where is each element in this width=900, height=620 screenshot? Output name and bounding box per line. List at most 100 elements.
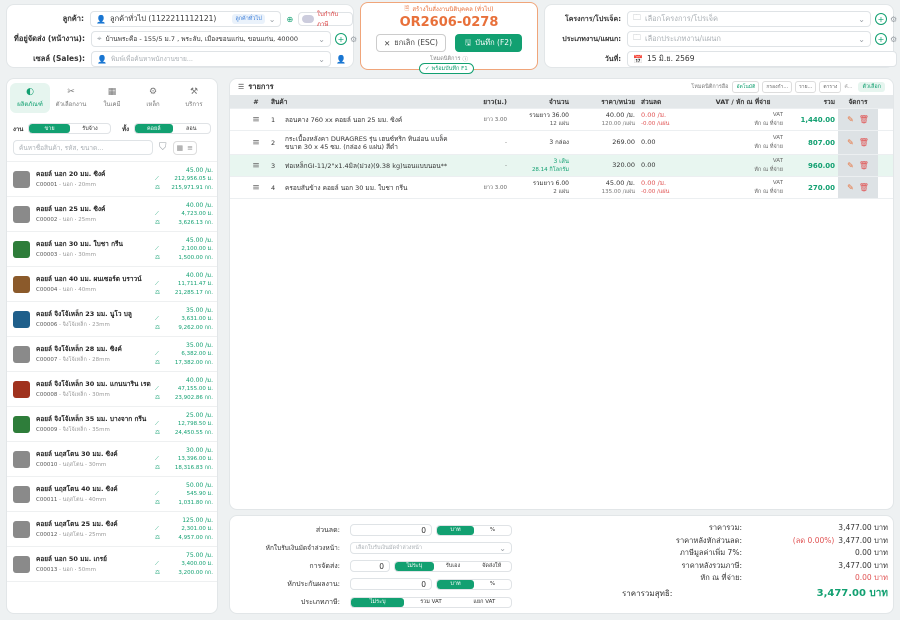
deposit-select[interactable]: เลือกใบรับเงินมัดจำล่วงหน้า ⌄ [350, 542, 512, 554]
list-item[interactable]: คอยล์ จิงโจ้เหล็ก 28 มม. ซิงค์ C00007 · จ… [7, 337, 217, 372]
filter-hire[interactable]: รับจ้าง [70, 124, 110, 133]
list-item[interactable]: คอยล์ นฤสโตน 25 มม. ซิงค์ C00012 · นฤสโตน… [7, 512, 217, 547]
item-discount[interactable]: 0.00 [641, 138, 697, 147]
table-view-button[interactable]: ตาราง [819, 81, 842, 93]
table-row[interactable]: ≡ 1 ลอนคาง 760 xx คอยล์ นอก 25 มม. ซิงค์ ยา… [230, 109, 893, 131]
ruler-icon: ⟋ [155, 175, 159, 182]
list-item[interactable]: คอยล์ จิงโจ้เหล็ก 30 มม. แกนนาริน เรด C00… [7, 372, 217, 407]
item-qty[interactable]: รวมยาว 36.00 [513, 111, 569, 120]
warranty-baht[interactable]: บาท [437, 579, 474, 589]
list-view-button[interactable]: ราย... [795, 81, 817, 93]
list-item[interactable]: คอยล์ นอก 25 มม. ซิงค์ C00002 · นอก · 25m… [7, 197, 217, 232]
add-jobtype-icon[interactable]: + [875, 33, 887, 45]
item-length[interactable]: ยาว 3.00 [468, 116, 510, 124]
tax-invoice-toggle[interactable]: ใบกำกับภาษี [298, 11, 353, 28]
filter-button[interactable]: กรองกำ... [762, 81, 793, 93]
trash-icon[interactable]: 🗑 [859, 161, 869, 170]
vat-exclude[interactable]: แยก VAT [458, 598, 511, 607]
drag-handle-icon[interactable]: ≡ [244, 161, 268, 171]
project-select[interactable]: 🗀 เลือกโครงการ/โปรเจ็ค ⌄ [627, 11, 871, 27]
tab-3[interactable]: ⚙ เหล็ก [133, 83, 173, 113]
discount-pct[interactable]: % [474, 526, 511, 535]
item-length[interactable]: - [468, 140, 510, 146]
add-address-icon[interactable]: + [335, 33, 347, 45]
scale-icon: ⚖ [155, 219, 160, 226]
more-button[interactable]: คั... [844, 83, 852, 91]
edit-icon[interactable]: ✎ [847, 161, 854, 170]
date-input[interactable]: 📅 15 มิ.ย. 2569 [627, 51, 897, 67]
cancel-button[interactable]: ✕ ยกเลิก (ESC) [376, 34, 446, 52]
list-item[interactable]: คอยล์ นอก 50 มม. เกรย์ C00013 · นอก · 50m… [7, 547, 217, 582]
deposit-placeholder: เลือกใบรับเงินมัดจำล่วงหน้า [356, 545, 422, 551]
shipping-input[interactable]: 0 [350, 560, 390, 572]
list-item[interactable]: คอยล์ จิงโจ้เหล็ก 23 มม. นูโว บลู C00006 … [7, 302, 217, 337]
tab-4[interactable]: ⚒ บริการ [174, 83, 214, 113]
item-price[interactable]: 40.00 /ม. [575, 111, 635, 120]
item-qty[interactable]: รวมยาว 6.00 [513, 179, 569, 188]
table-row[interactable]: ≡ 2 กระเบื้องหลังคา DURAGRES รุ่น เฮนซ์ทริ… [230, 131, 893, 155]
ship-none[interactable]: ไม่ระบุ [395, 561, 434, 571]
item-discount[interactable]: 0.00 /ม. [641, 179, 697, 188]
filter-icon[interactable]: ⛉ [159, 142, 167, 153]
jobtype-select[interactable]: 🗀 เลือกประเภทงาน/แผนก ⌄ [627, 31, 871, 47]
add-project-icon[interactable]: + [875, 13, 887, 25]
save-button[interactable]: 🖫 บันทึก (F2) [454, 34, 522, 52]
item-qty[interactable]: 3 เส้น [513, 157, 569, 166]
drag-handle-icon[interactable]: ≡ [244, 115, 268, 125]
drag-handle-icon[interactable]: ≡ [244, 138, 268, 148]
gear-icon[interactable]: ⚙ [890, 15, 897, 24]
drag-handle-icon[interactable]: ≡ [244, 183, 268, 193]
item-price[interactable]: 320.00 [575, 161, 635, 170]
discount-baht[interactable]: บาท [437, 525, 474, 535]
gear-icon[interactable]: ⚙ [350, 35, 357, 44]
add-customer-icon[interactable]: ⊕ [286, 15, 293, 24]
item-discount[interactable]: 0.00 /ม. [641, 111, 697, 120]
ship-deliver[interactable]: จัดส่งให้ [472, 562, 511, 571]
trash-icon[interactable]: 🗑 [859, 138, 869, 147]
list-item[interactable]: คอยล์ นอก 30 มม. ใบชา กรีน C00003 · นอก ·… [7, 232, 217, 267]
edit-icon[interactable]: ✎ [847, 115, 854, 124]
add-sales-icon[interactable]: 👤 [336, 55, 346, 64]
tab-0[interactable]: ◐ ผลิตภัณฑ์ [10, 83, 50, 113]
item-length[interactable]: - [468, 163, 510, 169]
filter-coil[interactable]: คอยล์ [135, 124, 173, 133]
item-price[interactable]: 45.00 /ม. [575, 179, 635, 188]
item-price[interactable]: 269.00 [575, 138, 635, 147]
customer-select[interactable]: 👤 ลูกค้าทั่วไป (1122211112121) ลูกค้าทั่… [90, 11, 282, 27]
view-toggle[interactable]: ▦ ≡ [172, 140, 197, 155]
address-select[interactable]: ⌖ บ้านพระคือ - 155/5 ม.7 , พระลับ, เมือง… [91, 31, 331, 47]
filter-sheet[interactable]: ลอน [173, 124, 210, 133]
ruler-icon: ⟋ [155, 560, 159, 567]
item-discount[interactable]: 0.00 [641, 161, 697, 170]
vat-include[interactable]: รวม VAT [404, 598, 457, 607]
tab-2[interactable]: ▦ ในเคมี [92, 83, 132, 113]
customer-value: ลูกค้าทั่วไป (1122211112121) [109, 14, 217, 23]
discount-input[interactable]: 0 [350, 524, 432, 536]
item-qty[interactable]: 3 กล่อง [513, 138, 569, 147]
edit-icon[interactable]: ✎ [847, 138, 854, 147]
options-button[interactable]: ตัวเลือก [858, 82, 885, 92]
product-search-input[interactable]: ค้นหาชื่อสินค้า, รหัส, ขนาด... [13, 140, 153, 155]
trash-icon[interactable]: 🗑 [859, 183, 869, 192]
list-item[interactable]: คอยล์ จิงโจ้เหล็ก 35 มม. บางจาก กรีน C000… [7, 407, 217, 442]
table-row[interactable]: ≡ 3 ท่อเหล็กGI-11/2"x1.4มิล(ม่วง)(9.38 kg)… [230, 155, 893, 177]
filter-sell[interactable]: ขาย [29, 124, 70, 133]
edit-icon[interactable]: ✎ [847, 183, 854, 192]
list-item[interactable]: คอยล์ นอก 40 มม. ผนเซอร์ต บราวน์ C00004 ·… [7, 267, 217, 302]
table-row[interactable]: ≡ 4 ครอบสันข้าง คอยล์ นอก 30 มม. ใบชา กรีน… [230, 177, 893, 199]
vat-none[interactable]: ไม่ระบุ [351, 597, 405, 607]
list-item[interactable]: คอยล์ นฤสโตน 30 มม. ซิงค์ C00010 · นฤสโตน… [7, 442, 217, 477]
sales-input[interactable]: 👤 พิมพ์เพื่อค้นหาพนักงานขาย... ⌄ [91, 51, 331, 67]
item-length[interactable]: ยาว 3.00 [468, 184, 510, 192]
ship-pickup[interactable]: รับเอง [434, 562, 473, 571]
list-item[interactable]: คอยล์ นฤสโตน 40 มม. ซิงค์ C00011 · นฤสโตน… [7, 477, 217, 512]
product-stock-length: 2,301.00 ม. [181, 525, 213, 532]
trash-icon[interactable]: 🗑 [859, 115, 869, 124]
tab-1[interactable]: ✂ ตัวเลือกงาน [51, 83, 91, 113]
auto-button[interactable]: อัตโนมัติ [732, 81, 760, 93]
column-header: รวม [823, 97, 835, 106]
gear-icon[interactable]: ⚙ [890, 35, 897, 44]
warranty-input[interactable]: 0 [350, 578, 432, 590]
list-item[interactable]: คอยล์ นอก 20 มม. ซิงค์ C00001 · นอก · 20m… [7, 162, 217, 197]
warranty-pct[interactable]: % [474, 580, 511, 589]
